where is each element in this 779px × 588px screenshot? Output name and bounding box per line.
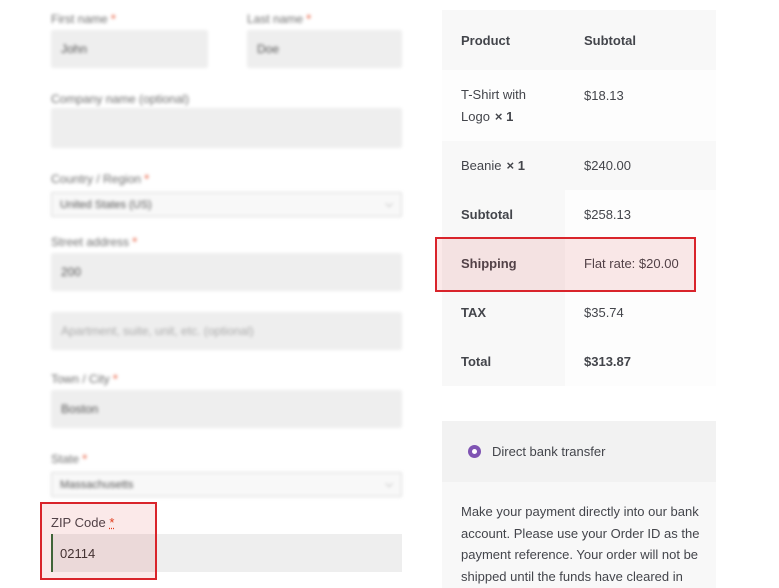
item-price: $18.13 bbox=[584, 88, 624, 103]
shipping-label: Shipping bbox=[442, 239, 565, 288]
table-row: Beanie × 1 $240.00 bbox=[442, 141, 716, 190]
tax-row: TAX $35.74 bbox=[442, 288, 716, 337]
street2-input[interactable]: Apartment, suite, unit, etc. (optional) bbox=[51, 312, 402, 350]
tax-value: $35.74 bbox=[565, 288, 716, 337]
chevron-down-icon: ⌵ bbox=[385, 199, 393, 210]
payment-method-label: Direct bank transfer bbox=[492, 444, 606, 459]
total-row: Total $313.87 bbox=[442, 337, 716, 386]
first-name-label: First name * bbox=[51, 12, 116, 26]
order-review-table: Product Subtotal T-Shirt with Logo × 1 $18… bbox=[442, 10, 716, 386]
city-input[interactable]: Boston bbox=[51, 390, 402, 428]
street-input[interactable]: 200 bbox=[51, 253, 402, 291]
state-label: State * bbox=[51, 452, 88, 466]
company-input[interactable] bbox=[51, 108, 402, 148]
payment-description: Make your payment directly into our bank… bbox=[442, 482, 716, 588]
shipping-value: Flat rate: $20.00 bbox=[565, 239, 716, 288]
item-price: $240.00 bbox=[584, 158, 631, 173]
country-value: United States (US) bbox=[60, 198, 152, 211]
shipping-row: Shipping Flat rate: $20.00 bbox=[442, 239, 716, 288]
state-value: Massachusetts bbox=[60, 478, 134, 491]
subtotal-label: Subtotal bbox=[442, 190, 565, 239]
total-label: Total bbox=[442, 337, 565, 386]
last-name-input[interactable]: Doe bbox=[247, 30, 402, 68]
order-header-row: Product Subtotal bbox=[442, 10, 716, 70]
first-name-input[interactable]: John bbox=[51, 30, 208, 68]
col-subtotal: Subtotal bbox=[584, 32, 636, 48]
state-select[interactable]: Massachusetts ⌵ bbox=[51, 472, 402, 497]
item-name: T-Shirt with Logo × 1 bbox=[461, 86, 527, 124]
zip-label: ZIP Code * bbox=[51, 515, 115, 530]
chevron-down-icon: ⌵ bbox=[385, 479, 393, 490]
country-label: Country / Region * bbox=[51, 172, 150, 186]
payment-method-bacs[interactable]: Direct bank transfer bbox=[442, 421, 716, 482]
total-value: $313.87 bbox=[565, 337, 716, 386]
subtotal-row: Subtotal $258.13 bbox=[442, 190, 716, 239]
country-select[interactable]: United States (US) ⌵ bbox=[51, 192, 402, 217]
zip-input[interactable]: 02114 bbox=[51, 534, 402, 572]
street-label: Street address * bbox=[51, 235, 138, 249]
tax-label: TAX bbox=[442, 288, 565, 337]
subtotal-value: $258.13 bbox=[565, 190, 716, 239]
last-name-label: Last name * bbox=[247, 12, 312, 26]
radio-selected-icon[interactable] bbox=[468, 445, 481, 458]
company-label: Company name (optional) bbox=[51, 92, 190, 106]
table-row: T-Shirt with Logo × 1 $18.13 bbox=[442, 70, 716, 141]
item-name: Beanie × 1 bbox=[461, 158, 525, 173]
col-product: Product bbox=[461, 32, 511, 48]
billing-form: First name * John Last name * Doe Compan… bbox=[0, 0, 420, 500]
city-label: Town / City * bbox=[51, 372, 118, 386]
